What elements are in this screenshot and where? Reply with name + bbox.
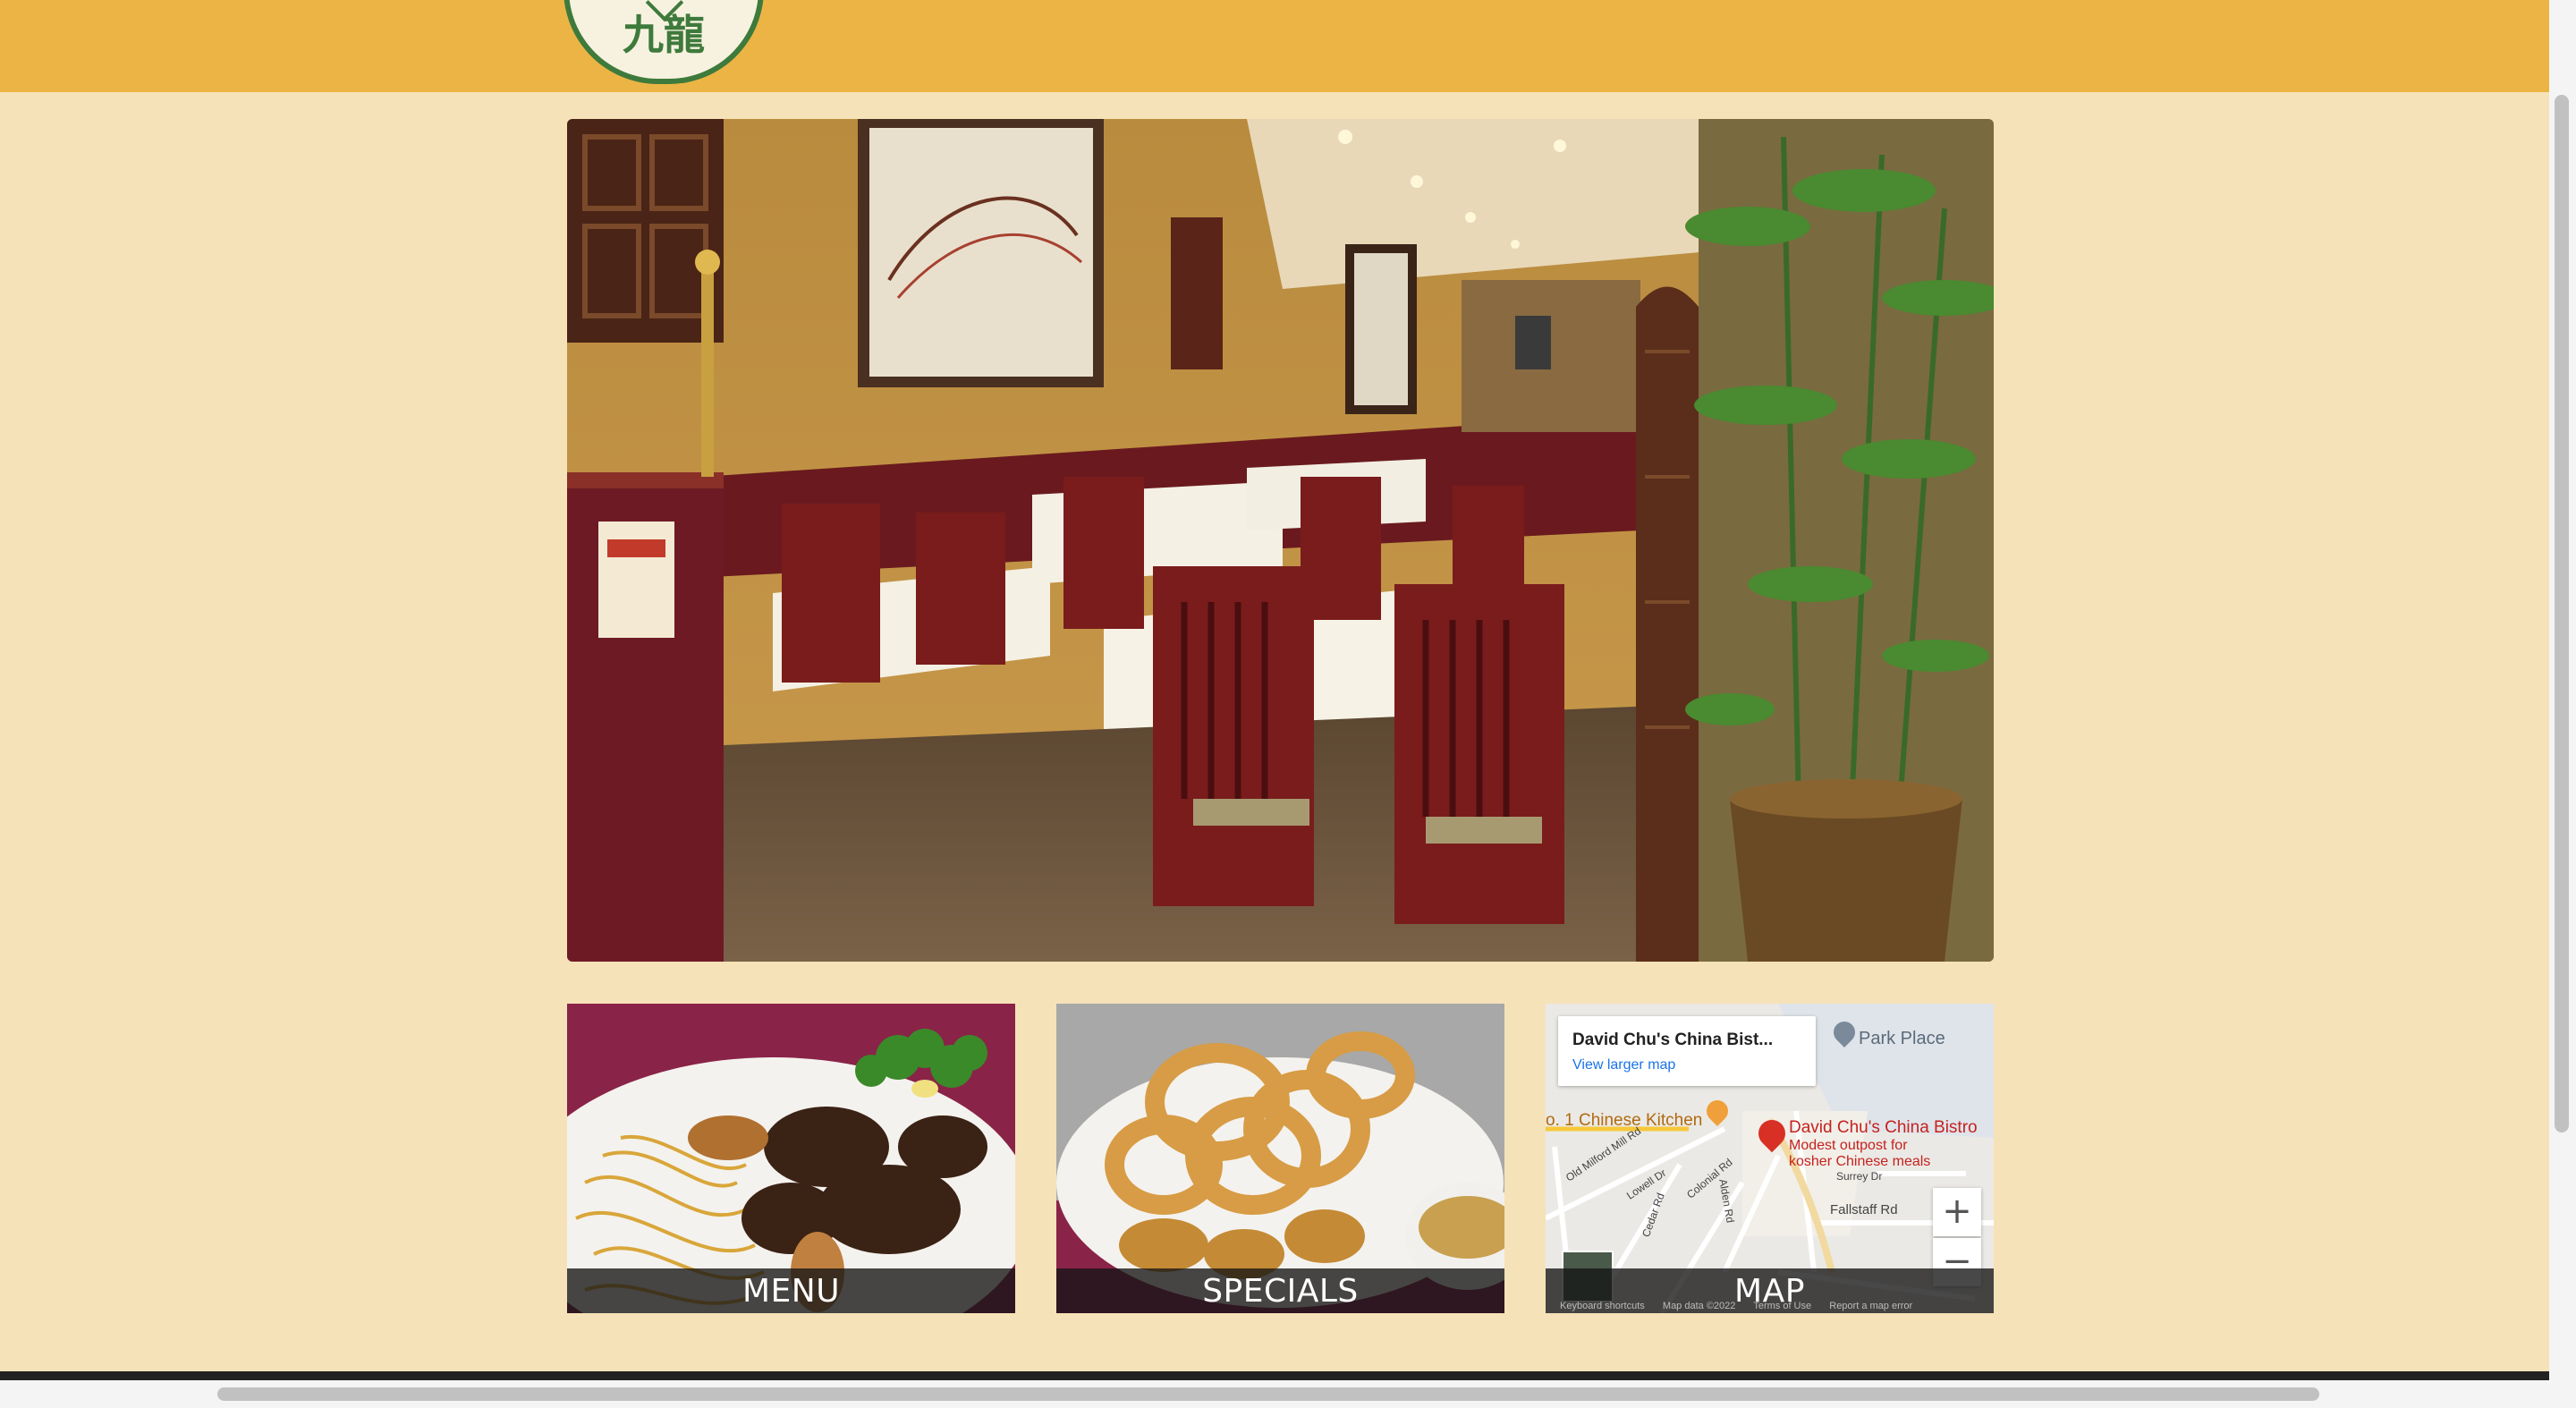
specials-tile[interactable]: SPECIALS: [1056, 1004, 1504, 1313]
map-info-card: David Chu's China Bist... View larger ma…: [1558, 1016, 1816, 1086]
map-label-chinese-kitchen[interactable]: o. 1 Chinese Kitchen: [1546, 1111, 1702, 1131]
menu-tile-label[interactable]: MENU: [567, 1268, 1015, 1313]
map-pin-title[interactable]: David Chu's China Bistro: [1789, 1118, 1978, 1138]
map-tile[interactable]: David Chu's China Bist... View larger ma…: [1546, 1004, 1994, 1313]
map-zoom-in-button[interactable]: +: [1933, 1188, 1981, 1236]
menu-food-image: [567, 1004, 1015, 1313]
map-road-surrey: Surrey Dr: [1836, 1170, 1883, 1183]
site-header: 九龍: [0, 0, 2549, 92]
view-larger-map-link[interactable]: View larger map: [1572, 1057, 1675, 1073]
terms-of-use-link[interactable]: Terms of Use: [1753, 1301, 1811, 1311]
horizontal-scrollbar-thumb[interactable]: [217, 1387, 2319, 1401]
report-map-error-link[interactable]: Report a map error: [1829, 1301, 1912, 1311]
vertical-scrollbar-thumb[interactable]: [2555, 95, 2569, 1132]
footer-bar: [0, 1371, 2549, 1380]
map-pin-desc-line1: Modest outpost for: [1789, 1138, 1908, 1153]
map-label-park-place[interactable]: Park Place: [1859, 1029, 1945, 1049]
dining-room-illustration: [567, 119, 1994, 962]
map-attribution: Keyboard shortcuts Map data ©2022 Terms …: [1560, 1301, 1989, 1313]
logo-text: 九龍: [623, 11, 705, 59]
specials-food-image: [1056, 1004, 1504, 1313]
menu-tile[interactable]: MENU: [567, 1004, 1015, 1313]
map-pin-desc-line2: kosher Chinese meals: [1789, 1154, 1931, 1169]
map-road-fallstaff: Fallstaff Rd: [1830, 1202, 1898, 1217]
hero-image-restaurant-dining-room: [567, 119, 1994, 962]
map-card-title: David Chu's China Bist...: [1572, 1031, 1774, 1049]
map-data-text: Map data ©2022: [1662, 1301, 1736, 1311]
keyboard-shortcuts-link[interactable]: Keyboard shortcuts: [1560, 1301, 1645, 1311]
specials-tile-label[interactable]: SPECIALS: [1056, 1268, 1504, 1313]
restaurant-logo[interactable]: 九龍: [564, 0, 764, 84]
